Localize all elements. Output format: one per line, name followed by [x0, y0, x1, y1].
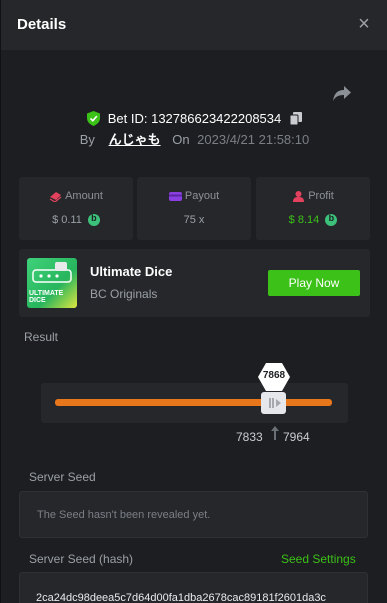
username-link[interactable]: んじゃも [109, 132, 161, 147]
verified-shield-icon [87, 111, 101, 127]
bet-stats: Amount $ 0.11 Payout 75 x [19, 177, 370, 240]
result-track [55, 399, 332, 406]
bet-timestamp: 2023/4/21 21:58:10 [197, 132, 310, 147]
game-thumbnail-text: ULTIMATE DICE [29, 290, 64, 304]
game-card: ULTIMATE DICE Ultimate Dice BC Originals… [19, 249, 370, 317]
game-provider: BC Originals [90, 287, 158, 301]
stat-payout-label: Payout [184, 190, 220, 203]
header: Details × [1, 0, 387, 50]
server-seed-field: The Seed hasn't been revealed yet. [19, 491, 368, 538]
play-now-button[interactable]: Play Now [268, 270, 360, 296]
by-label: By [79, 132, 95, 147]
copy-icon[interactable] [289, 112, 302, 126]
amount-icon [49, 191, 62, 202]
server-seed-hash-value: 2ca24dc98deea5c7d64d00fa1dba2678cac89181… [36, 592, 326, 603]
profit-icon [293, 190, 305, 202]
range-arrow-icon [271, 426, 279, 440]
game-thumbnail[interactable]: ULTIMATE DICE [27, 258, 77, 308]
game-name: Ultimate Dice [90, 264, 173, 279]
stat-payout-value: 75 x [183, 214, 205, 227]
seed-settings-link[interactable]: Seed Settings [281, 552, 356, 566]
result-section: 7868 7833 7964 [19, 350, 370, 458]
bet-id-row: Bet ID: 132786623422208534 [1, 108, 387, 128]
payout-icon [168, 191, 182, 201]
server-seed-label: Server Seed [29, 470, 96, 484]
server-seed-hash-label: Server Seed (hash) [29, 552, 134, 566]
stat-amount: Amount $ 0.11 [19, 177, 133, 240]
server-seed-text: The Seed hasn't been revealed yet. [37, 509, 211, 521]
stat-profit-value: $ 8.14 [288, 214, 320, 227]
stat-amount-label: Amount [65, 190, 103, 203]
stat-profit: Profit $ 8.14 [256, 177, 370, 240]
bet-id: Bet ID: 132786623422208534 [107, 110, 282, 126]
on-label: On [172, 132, 190, 147]
stat-payout: Payout 75 x [137, 177, 251, 240]
result-range-high: 7964 [283, 430, 310, 444]
server-seed-hash-field[interactable]: 2ca24dc98deea5c7d64d00fa1dba2678cac89181… [19, 572, 368, 603]
details-panel: Details × Bet ID: 132786623422208534 By … [0, 0, 387, 603]
close-icon[interactable]: × [354, 13, 374, 35]
share-icon[interactable] [332, 84, 352, 102]
coin-icon [87, 213, 100, 227]
slider-handle [261, 392, 286, 414]
stat-profit-label: Profit [308, 190, 334, 203]
result-value: 7868 [262, 370, 286, 381]
result-label: Result [24, 330, 59, 344]
panel-title: Details [17, 16, 67, 33]
coin-icon [325, 213, 338, 227]
stat-amount-value: $ 0.11 [52, 214, 82, 227]
result-range-low: 7833 [236, 430, 263, 444]
bet-meta-row: By んじゃも On 2023/4/21 21:58:10 [1, 130, 387, 150]
